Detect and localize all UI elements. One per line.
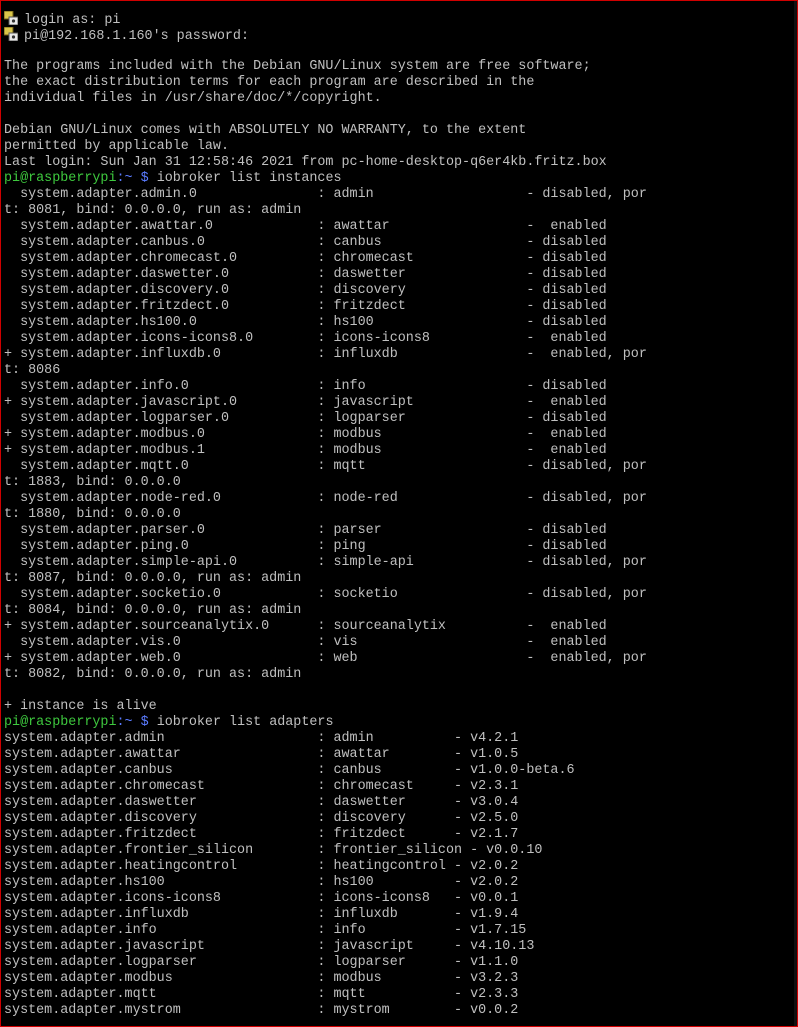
instance-line: t: 1880, bind: 0.0.0.0 — [4, 507, 181, 522]
output-line: Last login: Sun Jan 31 12:58:46 2021 fro… — [4, 155, 607, 170]
output-line: The programs included with the Debian GN… — [4, 59, 591, 74]
instance-line — [4, 683, 794, 699]
instance-line: + system.adapter.web.0 : web - enabled, … — [4, 651, 647, 666]
instance-line: system.adapter.daswetter.0 : daswetter -… — [4, 267, 607, 282]
instance-line: system.adapter.hs100.0 : hs100 - disable… — [4, 315, 607, 330]
instance-line: system.adapter.icons-icons8.0 : icons-ic… — [4, 331, 607, 346]
prompt-path: :~ $ — [116, 715, 149, 730]
instance-line: t: 8082, bind: 0.0.0.0, run as: admin — [4, 667, 302, 682]
instance-line: system.adapter.canbus.0 : canbus - disab… — [4, 235, 607, 250]
instance-line: system.adapter.simple-api.0 : simple-api… — [4, 555, 647, 570]
instance-line: + system.adapter.javascript.0 : javascri… — [4, 395, 607, 410]
instance-line: system.adapter.chromecast.0 : chromecast… — [4, 251, 607, 266]
key-icon — [4, 27, 18, 41]
instance-line: t: 8086 — [4, 363, 61, 378]
prompt-path: :~ $ — [116, 171, 149, 186]
adapter-line: system.adapter.mystrom : mystrom - v0.0.… — [4, 1003, 519, 1018]
adapter-line: system.adapter.modbus : modbus - v3.2.3 — [4, 971, 519, 986]
adapter-line: system.adapter.canbus : canbus - v1.0.0-… — [4, 763, 575, 778]
scrollbar[interactable] — [794, 1, 797, 1026]
adapter-line: system.adapter.discovery : discovery - v… — [4, 811, 519, 826]
prompt-user: pi@raspberrypi — [4, 715, 117, 730]
command-text: iobroker list adapters — [148, 715, 334, 730]
login-line: pi@192.168.1.160's password: — [4, 27, 794, 43]
instance-line: + system.adapter.modbus.0 : modbus - ena… — [4, 427, 607, 442]
login-line: login as: pi — [4, 11, 794, 27]
instance-line: system.adapter.parser.0 : parser - disab… — [4, 523, 607, 538]
instance-line: system.adapter.node-red.0 : node-red - d… — [4, 491, 647, 506]
adapter-line: system.adapter.chromecast : chromecast -… — [4, 779, 519, 794]
instance-line: system.adapter.admin.0 : admin - disable… — [4, 187, 647, 202]
adapter-line: system.adapter.influxdb : influxdb - v1.… — [4, 907, 519, 922]
adapter-line: system.adapter.info : info - v1.7.15 — [4, 923, 527, 938]
output-line: permitted by applicable law. — [4, 139, 229, 154]
instance-line: t: 8084, bind: 0.0.0.0, run as: admin — [4, 603, 302, 618]
instance-line: t: 8081, bind: 0.0.0.0, run as: admin — [4, 203, 302, 218]
instance-line: + instance is alive — [4, 699, 157, 714]
output-line: individual files in /usr/share/doc/*/cop… — [4, 91, 382, 106]
instance-line: system.adapter.mqtt.0 : mqtt - disabled,… — [4, 459, 647, 474]
instance-line: system.adapter.awattar.0 : awattar - ena… — [4, 219, 607, 234]
login-text: login as: pi — [24, 13, 121, 27]
adapter-line: system.adapter.frontier_silicon : fronti… — [4, 843, 543, 858]
command-text: iobroker list instances — [148, 171, 342, 186]
terminal-window[interactable]: login as: pi pi@192.168.1.160's password:… — [0, 0, 798, 1027]
login-text: pi@192.168.1.160's password: — [24, 29, 249, 43]
instance-line: system.adapter.logparser.0 : logparser -… — [4, 411, 607, 426]
adapter-line: system.adapter.hs100 : hs100 - v2.0.2 — [4, 875, 519, 890]
instance-line: system.adapter.discovery.0 : discovery -… — [4, 283, 607, 298]
command-prompt-line: pi@raspberrypi:~ $ iobroker list instanc… — [4, 171, 794, 187]
terminal-output[interactable]: login as: pi pi@192.168.1.160's password:… — [4, 11, 794, 1019]
instance-line: + system.adapter.modbus.1 : modbus - ena… — [4, 443, 607, 458]
adapter-line: system.adapter.heatingcontrol : heatingc… — [4, 859, 519, 874]
prompt-user: pi@raspberrypi — [4, 171, 117, 186]
instance-line: t: 1883, bind: 0.0.0.0 — [4, 475, 181, 490]
adapter-line: system.adapter.admin : admin - v4.2.1 — [4, 731, 519, 746]
instance-line: + system.adapter.influxdb.0 : influxdb -… — [4, 347, 647, 362]
instance-line: system.adapter.fritzdect.0 : fritzdect -… — [4, 299, 607, 314]
key-icon — [4, 11, 18, 25]
adapter-line: system.adapter.icons-icons8 : icons-icon… — [4, 891, 519, 906]
adapter-line: system.adapter.fritzdect : fritzdect - v… — [4, 827, 519, 842]
instance-line: system.adapter.info.0 : info - disabled — [4, 379, 607, 394]
instance-line: + system.adapter.sourceanalytix.0 : sour… — [4, 619, 607, 634]
adapter-line: system.adapter.logparser : logparser - v… — [4, 955, 519, 970]
adapter-line: system.adapter.awattar : awattar - v1.0.… — [4, 747, 519, 762]
instance-line: system.adapter.socketio.0 : socketio - d… — [4, 587, 647, 602]
instance-line: system.adapter.vis.0 : vis - enabled — [4, 635, 607, 650]
command-prompt-line: pi@raspberrypi:~ $ iobroker list adapter… — [4, 715, 794, 731]
instance-line: system.adapter.ping.0 : ping - disabled — [4, 539, 607, 554]
adapter-line: system.adapter.daswetter : daswetter - v… — [4, 795, 519, 810]
output-line: the exact distribution terms for each pr… — [4, 75, 535, 90]
adapter-line: system.adapter.javascript : javascript -… — [4, 939, 535, 954]
output-line: Debian GNU/Linux comes with ABSOLUTELY N… — [4, 123, 527, 138]
adapter-line: system.adapter.mqtt : mqtt - v2.3.3 — [4, 987, 519, 1002]
instance-line: t: 8087, bind: 0.0.0.0, run as: admin — [4, 571, 302, 586]
